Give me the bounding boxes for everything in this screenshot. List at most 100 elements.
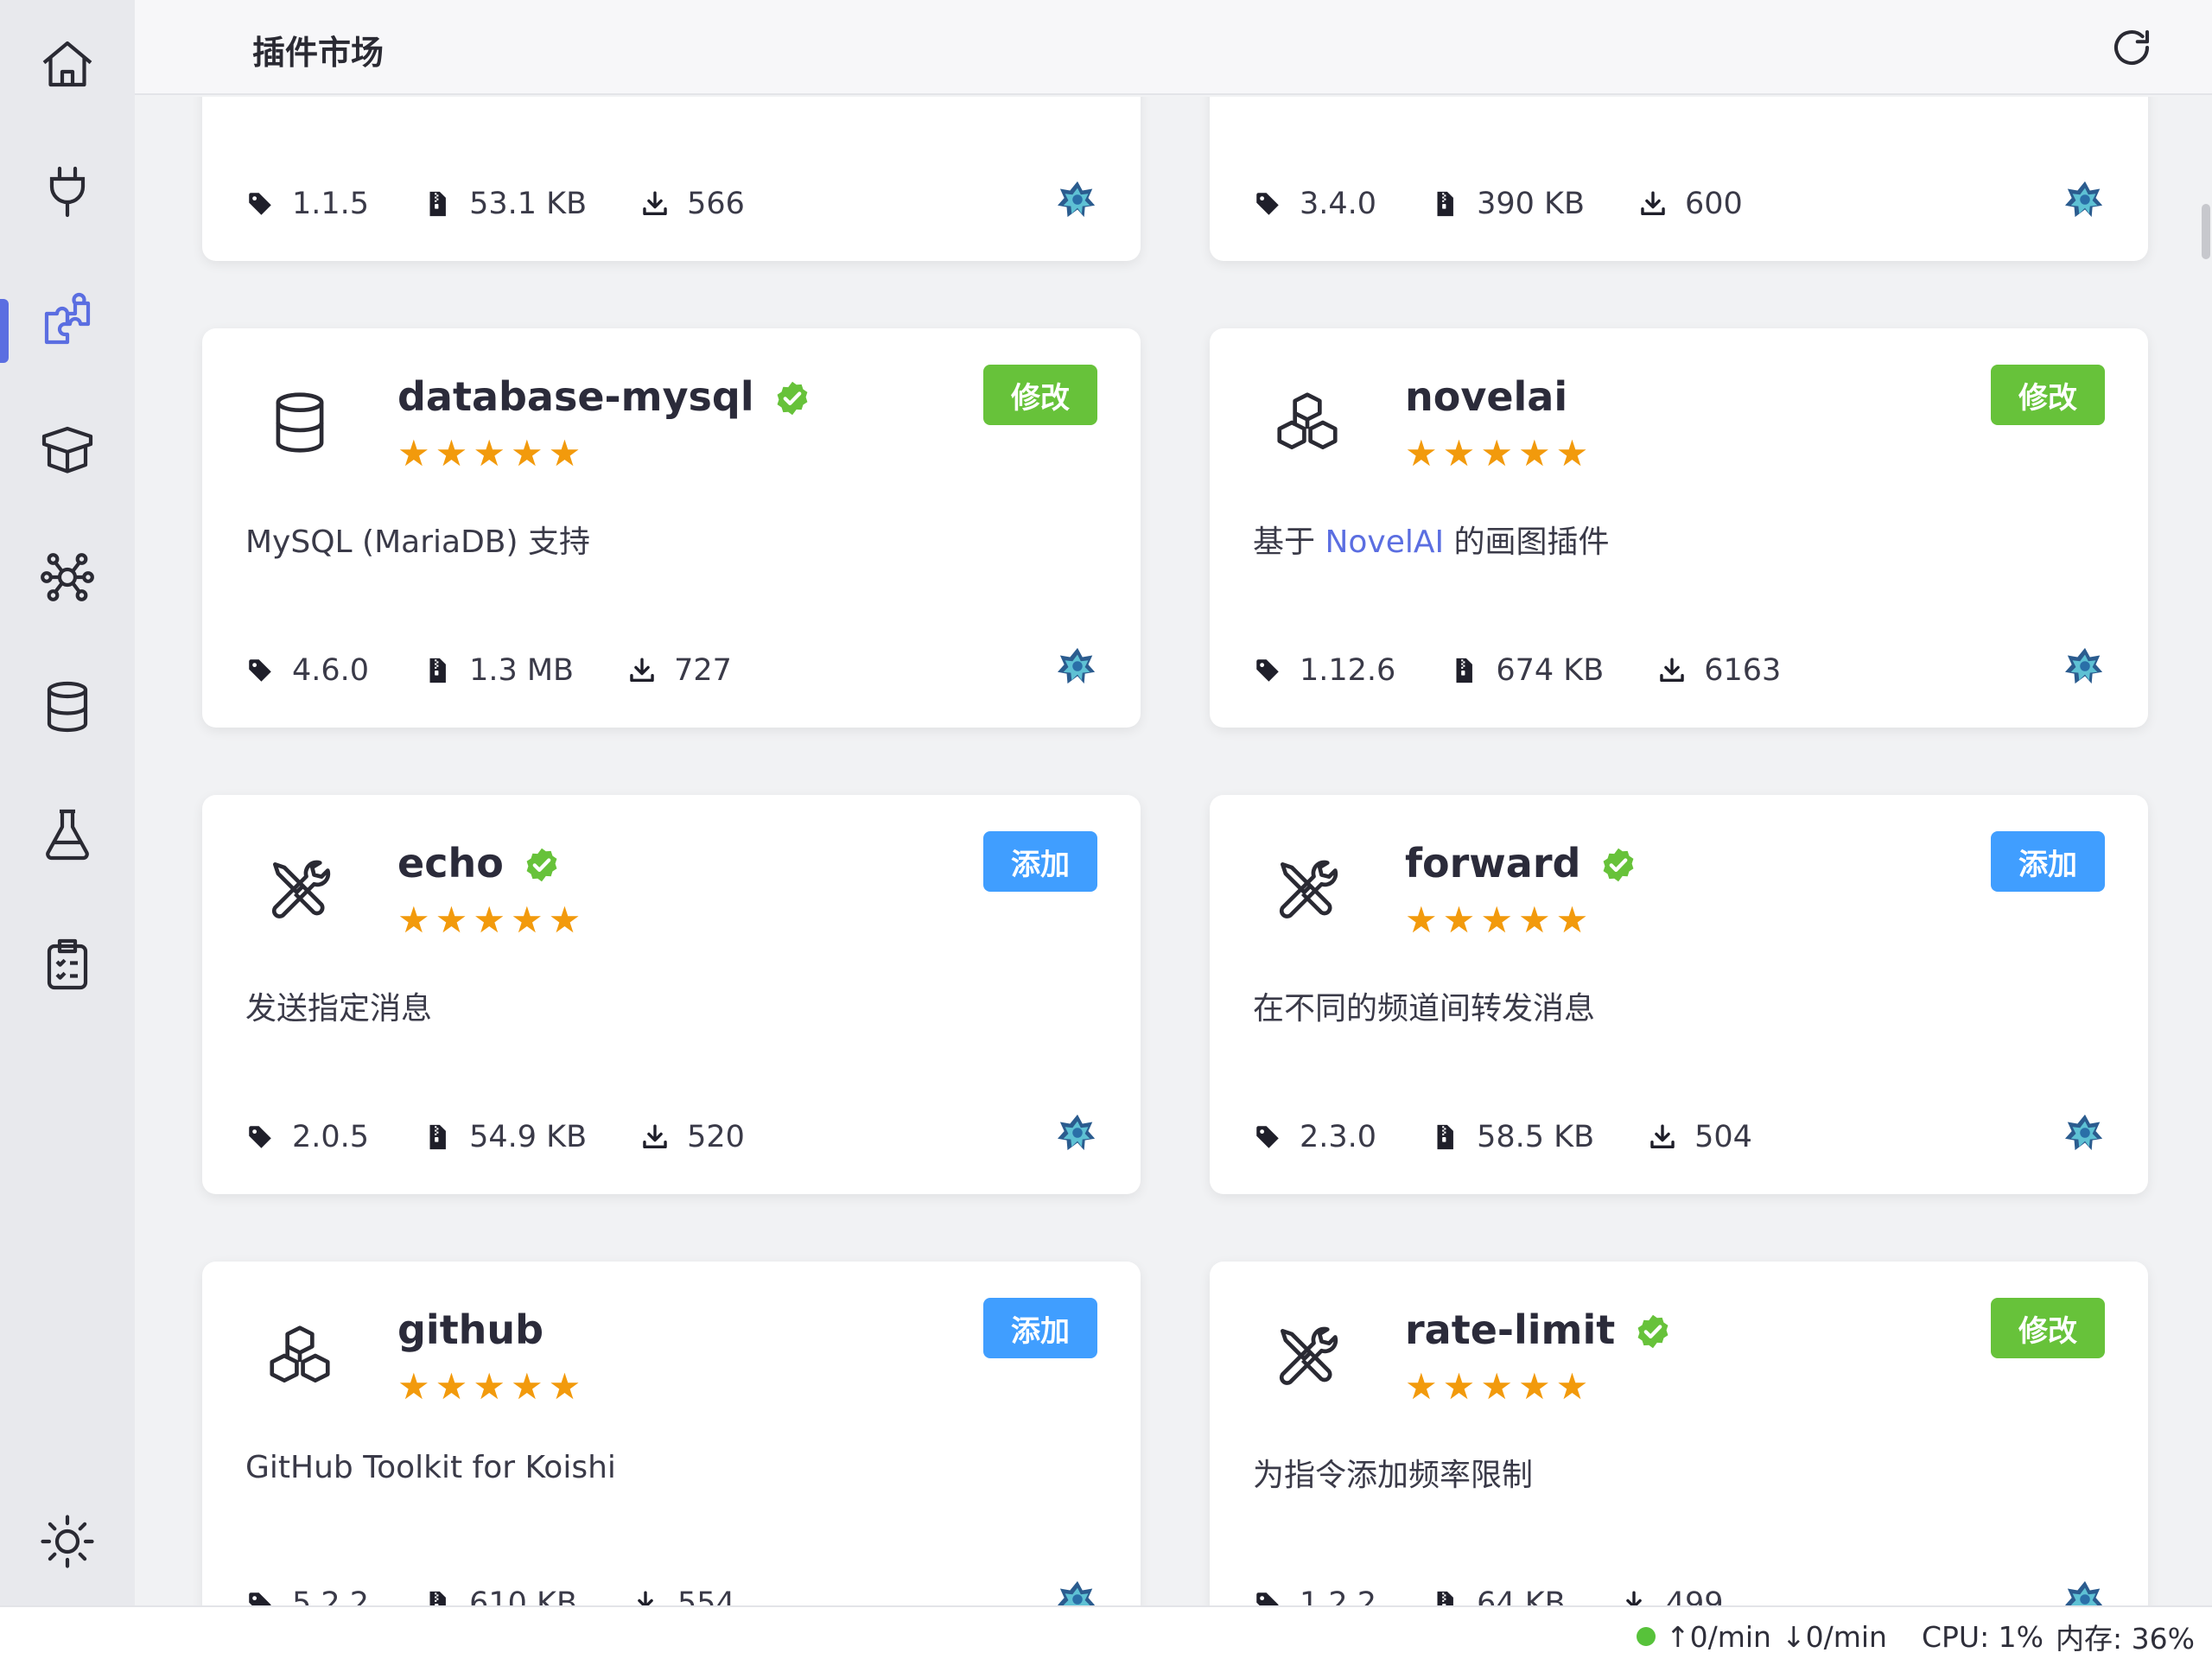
database-icon <box>47 681 88 733</box>
star-icon: ★ <box>435 1365 468 1408</box>
active-indicator <box>0 299 9 363</box>
tag-icon <box>249 193 271 215</box>
download-count: 504 <box>1648 1120 1752 1154</box>
plugin-icon <box>263 385 337 460</box>
description-link[interactable]: NovelAI <box>1325 524 1444 560</box>
plugin-name[interactable]: novelai <box>1405 373 1567 420</box>
modify-button[interactable]: 修改 <box>1991 365 2105 425</box>
plugin-meta: 3.4.0 390 KB 600 <box>1253 187 1796 221</box>
plugin-card[interactable]: novelai ★ ★ ★ ★ ★ 修改基于 NovelAI 的画图插件 1.12.6 674 … <box>1210 328 2148 728</box>
plugin-icon <box>263 852 337 926</box>
plugin-description: 基于 NovelAI 的画图插件 <box>1253 524 1610 560</box>
plugin-card[interactable]: rate-limit ★ ★ ★ ★ ★ 修改 为指令添加频率限制 1.2.2 64 KB 499 <box>1210 1262 2148 1605</box>
plugin-name[interactable]: database-mysql <box>397 373 811 420</box>
star-icon: ★ <box>1517 432 1551 474</box>
file-zip-icon <box>1437 1124 1453 1150</box>
star-icon: ★ <box>473 432 505 474</box>
plugin-card[interactable]: echo ★ ★ ★ ★ ★ 添加 发送指定消息 2.0.5 54.9 KB 520 <box>202 795 1141 1194</box>
puzzle-icon <box>44 292 91 345</box>
koishi-badge-icon <box>1058 1114 1096 1151</box>
package-size: 674 KB <box>1449 653 1604 688</box>
rating-stars: ★ ★ ★ ★ ★ <box>397 902 586 938</box>
modify-button[interactable]: 修改 <box>983 365 1097 425</box>
add-button[interactable]: 添加 <box>983 1298 1097 1358</box>
plugin-name[interactable]: echo <box>397 840 561 887</box>
rating-stars: ★ ★ ★ ★ ★ <box>1405 1369 1593 1405</box>
star-icon: ★ <box>1442 1365 1476 1408</box>
star-icon: ★ <box>548 899 582 941</box>
plugin-meta: 1.12.6 674 KB 6163 <box>1253 653 1834 688</box>
cubes-icon <box>270 1325 330 1382</box>
download-count: 554 <box>631 1586 735 1605</box>
database-icon <box>276 392 324 453</box>
verified-icon <box>1604 848 1634 882</box>
plugin-card[interactable]: forward ★ ★ ★ ★ ★ 添加 在不同的频道间转发消息 2.3.0 58.5 KB 504 <box>1210 795 2148 1194</box>
flask-icon <box>46 809 89 861</box>
nav-dependencies[interactable] <box>0 397 135 501</box>
download-icon <box>1625 1591 1642 1605</box>
plugin-list[interactable]: 1.1.5 53.1 KB 566 3.4.0 390 KB 600 database-my… <box>135 97 2212 1605</box>
nav-database[interactable] <box>0 655 135 759</box>
nav-logs[interactable] <box>0 912 135 1016</box>
star-icon: ★ <box>435 432 468 474</box>
plugin-card[interactable]: 3.4.0 390 KB 600 <box>1210 97 2148 261</box>
star-icon: ★ <box>473 899 505 941</box>
star-icon: ★ <box>1442 432 1476 474</box>
tools-icon <box>1279 1326 1338 1385</box>
cubes-icon <box>1277 392 1338 449</box>
home-icon <box>42 41 92 87</box>
nav-plugins[interactable] <box>0 140 135 244</box>
rating-stars: ★ ★ ★ ★ ★ <box>1405 435 1593 472</box>
download-icon <box>1641 191 1665 216</box>
star-icon: ★ <box>510 1365 543 1408</box>
page-header: 插件市场 <box>135 0 2212 95</box>
koishi-badge-icon <box>2065 1580 2103 1605</box>
plugin-icon <box>1270 1319 1344 1393</box>
plugin-icon <box>1270 385 1344 460</box>
download-count: 566 <box>640 187 745 221</box>
file-zip-icon <box>1437 191 1453 217</box>
nav-market[interactable] <box>0 270 135 373</box>
page-title: 插件市场 <box>252 34 385 72</box>
star-icon: ★ <box>1442 899 1476 941</box>
download-count: 499 <box>1619 1586 1724 1605</box>
plugin-name[interactable]: github <box>397 1306 543 1353</box>
tools-icon <box>1279 860 1338 918</box>
plugin-card[interactable]: database-mysql ★ ★ ★ ★ ★ 修改 MySQL (MariaDB) 支持 4… <box>202 328 1141 728</box>
plugin-icon <box>1270 852 1344 926</box>
nav-sandbox[interactable] <box>0 783 135 887</box>
star-icon: ★ <box>1405 899 1438 941</box>
scrollbar-thumb[interactable] <box>2202 204 2210 259</box>
plugin-name[interactable]: rate-limit <box>1405 1306 1672 1353</box>
star-icon: ★ <box>1480 899 1513 941</box>
tools-icon <box>271 860 331 918</box>
plugin-meta: 4.6.0 1.3 MB 727 <box>245 653 785 688</box>
download-count: 520 <box>640 1120 745 1154</box>
verified-icon <box>1637 1314 1669 1349</box>
file-zip-icon <box>429 1124 446 1150</box>
theme-toggle[interactable] <box>0 1490 135 1593</box>
star-icon: ★ <box>397 432 430 474</box>
sidebar <box>0 0 135 1605</box>
star-icon: ★ <box>473 1365 505 1408</box>
star-icon: ★ <box>397 1365 430 1408</box>
star-icon: ★ <box>1480 432 1513 474</box>
package-size: 1.3 MB <box>423 653 574 688</box>
add-button[interactable]: 添加 <box>983 831 1097 892</box>
download-count: 727 <box>627 653 732 688</box>
modify-button[interactable]: 修改 <box>1991 1298 2105 1358</box>
tag-icon <box>1256 1592 1279 1605</box>
refresh-icon[interactable] <box>2108 24 2155 71</box>
nav-home[interactable] <box>0 12 135 116</box>
plugin-card[interactable]: github ★ ★ ★ ★ ★ 添加 GitHub Toolkit for Koishi 5.… <box>202 1262 1141 1605</box>
add-button[interactable]: 添加 <box>1991 831 2105 892</box>
star-icon: ★ <box>435 899 468 941</box>
star-icon: ★ <box>510 899 543 941</box>
nav-network[interactable] <box>0 525 135 629</box>
verified-icon <box>777 381 808 416</box>
plugin-name[interactable]: forward <box>1405 840 1637 887</box>
plugin-card[interactable]: 1.1.5 53.1 KB 566 <box>202 97 1141 261</box>
plugin-meta: 1.1.5 53.1 KB 566 <box>245 187 798 221</box>
plugin-meta: 1.2.2 64 KB 499 <box>1253 1586 1777 1605</box>
network-icon <box>41 553 94 601</box>
